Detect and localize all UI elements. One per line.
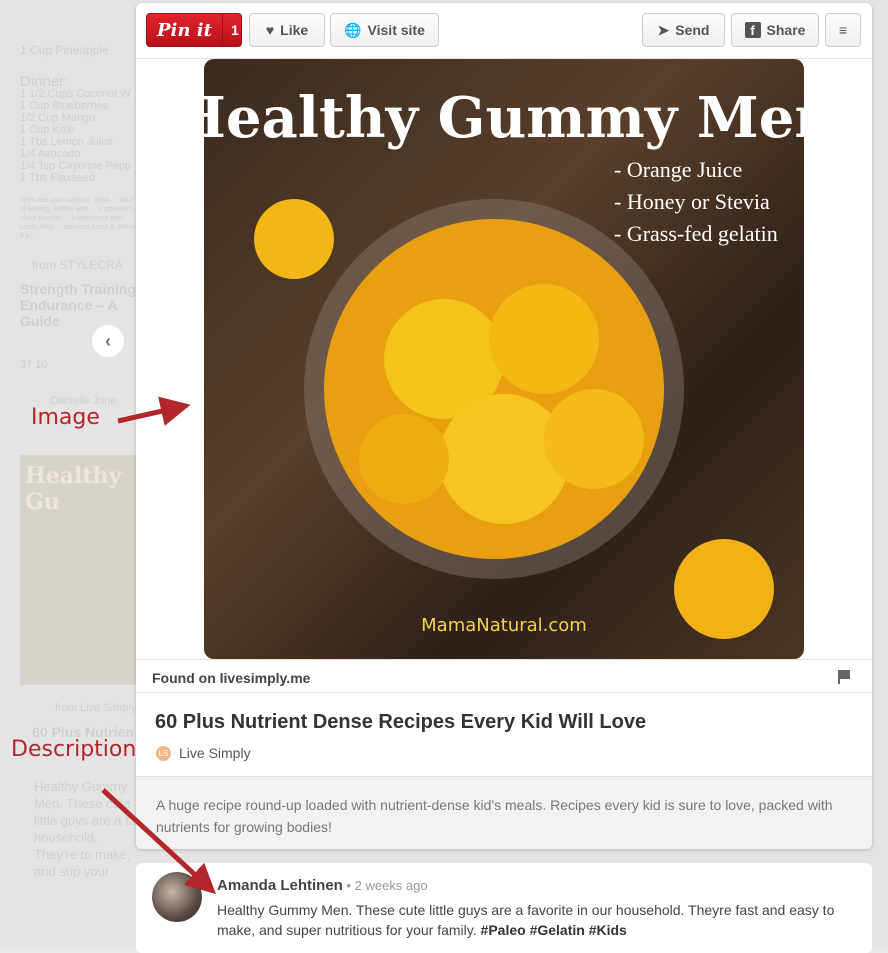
- comment-text: Healthy Gummy Men. These cute little guy…: [217, 900, 837, 940]
- bg-source: from Live Simply: [55, 702, 137, 714]
- bg-item: 1 Cup Blueberries: [20, 100, 109, 112]
- comment-body: Healthy Gummy Men. These cute little guy…: [217, 902, 835, 938]
- bg-card-title: Healthy Gu: [25, 463, 122, 515]
- visit-site-button[interactable]: 🌐 Visit site: [330, 13, 439, 47]
- bg-item: 1 1/2 Cups Coconut W: [20, 88, 131, 100]
- pin-title[interactable]: 60 Plus Nutrient Dense Recipes Every Kid…: [155, 711, 646, 734]
- bg-desc: Healthy Gummy Men. These cute little guy…: [34, 779, 136, 878]
- pinner-comment: Amanda Lehtinen • 2 weeks ago Healthy Gu…: [136, 863, 872, 953]
- bg-item: 1/2 Cup Mango: [20, 112, 96, 124]
- comment-author[interactable]: Amanda Lehtinen: [217, 877, 343, 894]
- comment-time: • 2 weeks ago: [342, 878, 428, 893]
- avatar[interactable]: [152, 872, 202, 922]
- flag-icon[interactable]: [838, 670, 850, 684]
- hashtag-link[interactable]: #Kids: [589, 922, 627, 938]
- bg-item: 1/4 Tsp Cayenne Pepp: [20, 160, 132, 172]
- image-bullet: - Grass-fed gelatin: [614, 221, 778, 246]
- bg-item: 1 Tbs Flaxseed: [20, 172, 96, 184]
- send-label: Send: [675, 22, 710, 38]
- bg-source: from STYLECRA: [32, 258, 123, 272]
- previous-pin-button[interactable]: ‹: [92, 325, 124, 357]
- bg-item: 1 Cup Kale: [20, 124, 75, 136]
- heart-icon: ♥: [265, 22, 275, 38]
- source-logo-icon: LS: [156, 745, 171, 761]
- share-label: Share: [766, 22, 806, 38]
- pin-count: 1: [231, 22, 239, 38]
- share-button[interactable]: f Share: [731, 13, 819, 47]
- visit-label: Visit site: [367, 22, 425, 38]
- more-button[interactable]: ≡: [825, 13, 861, 47]
- toolbar: Pin it 1 ♥ Like 🌐 Visit site ➤ Send f Share …: [136, 3, 872, 59]
- found-on-bar: Found on livesimply.me: [136, 659, 872, 693]
- send-button[interactable]: ➤ Send: [642, 13, 725, 47]
- like-button[interactable]: ♥ Like: [249, 13, 325, 47]
- bg-item: 1/4 Avocado: [20, 148, 81, 160]
- pin-it-button[interactable]: Pin it 1: [146, 13, 242, 47]
- gummy-image: Healthy Gummy Men - Orange Juice - Honey…: [204, 85, 804, 639]
- image-title: Healthy Gummy Men: [204, 85, 804, 151]
- hashtag-link[interactable]: #Paleo: [481, 922, 526, 938]
- pin-image[interactable]: Healthy Gummy Men - Orange Juice - Honey…: [204, 59, 804, 659]
- annotation-description-label: Description: [11, 737, 137, 762]
- annotation-image-label: Image: [31, 405, 100, 430]
- layers-icon: ≡: [838, 22, 848, 38]
- found-on-link[interactable]: Found on livesimply.me: [152, 670, 310, 686]
- bg-item: 1 Tbs Lemon Juice: [20, 136, 113, 148]
- bg-heading: Dinner:: [20, 73, 69, 90]
- bg-note: Drink tea upon waking. Drink ... hour of…: [20, 197, 137, 240]
- like-label: Like: [280, 22, 309, 38]
- pin-it-label: Pin it: [147, 14, 223, 46]
- bg-title: Strength Training Endurance – A Guide: [20, 281, 136, 329]
- source-name: Live Simply: [179, 745, 251, 761]
- pin-closeup: Pin it 1 ♥ Like 🌐 Visit site ➤ Send f Share …: [136, 3, 872, 849]
- background-card: Healthy Gu: [20, 455, 138, 685]
- bg-line: 1 Cup Pineapple: [20, 43, 109, 57]
- pin-description: A huge recipe round-up loaded with nutri…: [136, 776, 872, 849]
- facebook-icon: f: [744, 22, 761, 38]
- globe-icon: 🌐: [344, 21, 362, 38]
- image-bullet: - Honey or Stevia: [614, 189, 770, 214]
- bg-stats: 37 10: [20, 359, 48, 371]
- pin-source[interactable]: LS Live Simply: [156, 745, 251, 761]
- chevron-left-icon: ‹: [105, 330, 111, 351]
- send-icon: ➤: [657, 21, 670, 38]
- image-bullet: - Orange Juice: [614, 157, 742, 182]
- hashtag-link[interactable]: #Gelatin: [530, 922, 585, 938]
- image-watermark: MamaNatural.com: [421, 615, 587, 636]
